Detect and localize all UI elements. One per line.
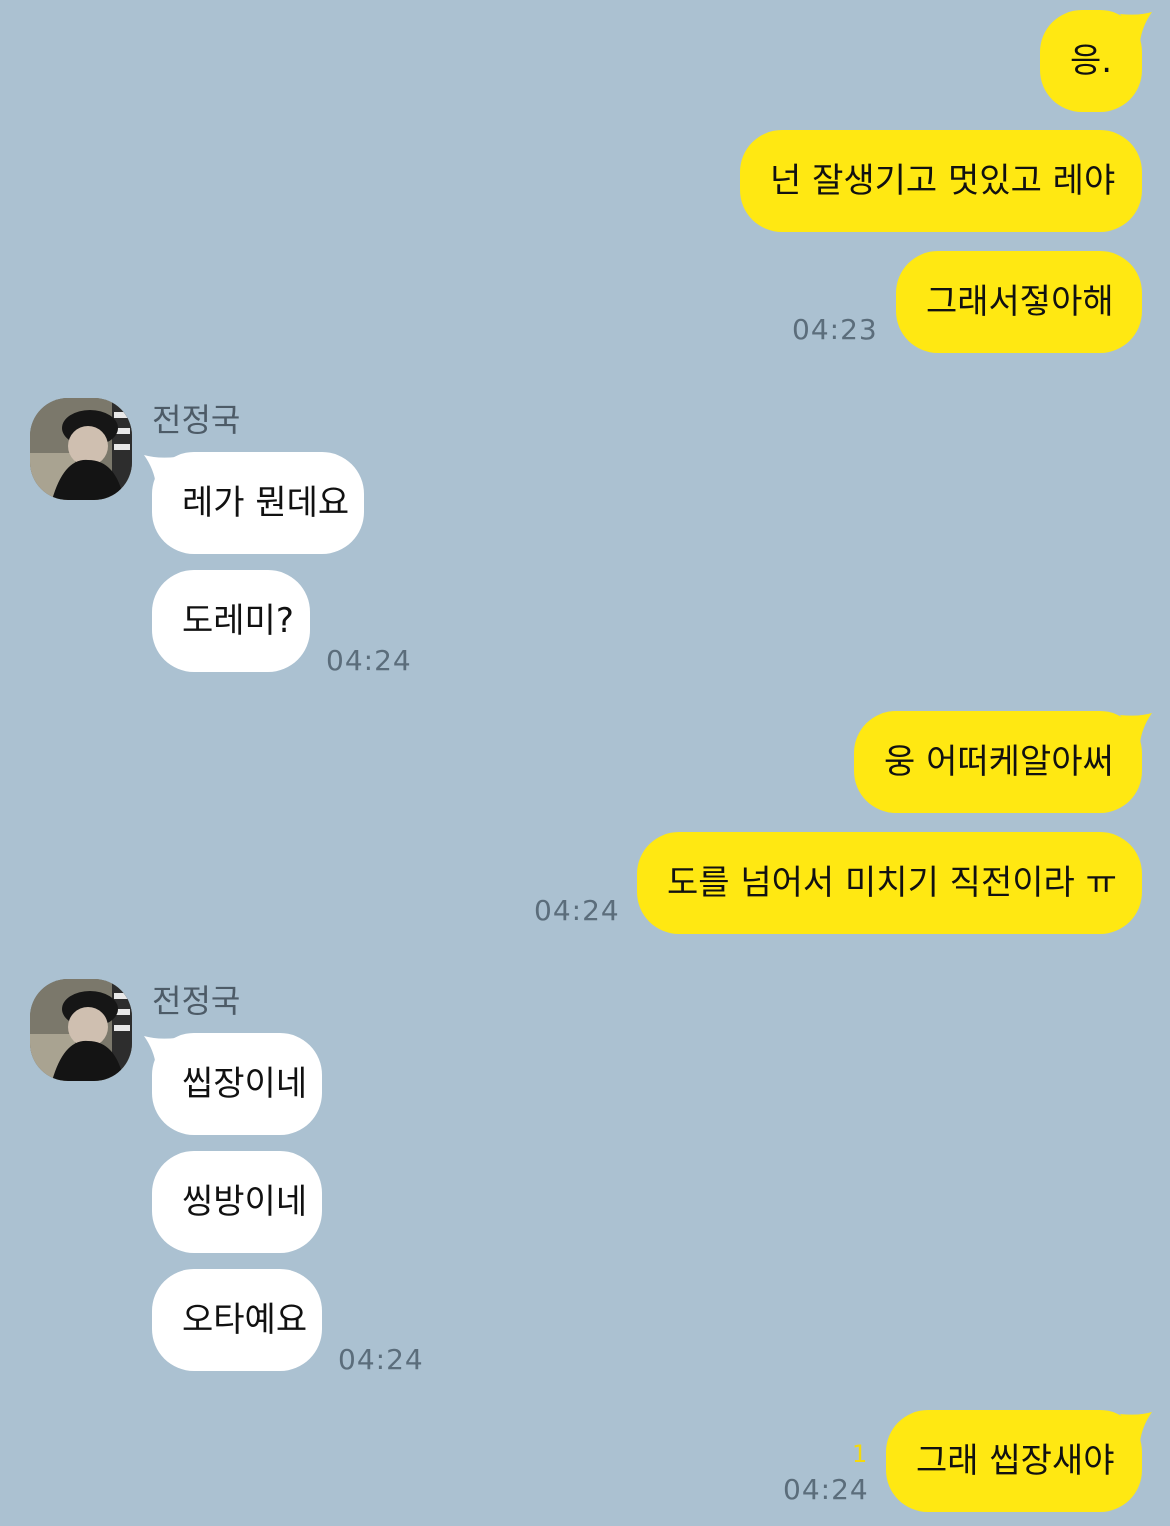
message-text: 웅 어떠케알아써 <box>884 742 1114 782</box>
message-text: 오타예요 <box>182 1300 308 1340</box>
message-text: 넌 잘생기고 멋있고 레야 <box>770 161 1116 201</box>
message-text: 그래 씹장새야 <box>916 1441 1115 1481</box>
message-timestamp: 04:24 <box>326 644 412 677</box>
message-text: 씹장이네 <box>182 1064 308 1104</box>
message-bubble-outgoing[interactable]: 도를 넘어서 미치기 직전이라 ㅠ <box>637 832 1142 934</box>
unread-count: 1 <box>852 1440 868 1468</box>
message-timestamp: 04:23 <box>792 313 878 346</box>
message-text: 도레미? <box>182 601 294 641</box>
message-bubble-outgoing[interactable]: 그래서젛아해 <box>896 251 1142 353</box>
message-bubble-incoming[interactable]: 도레미? <box>152 570 310 672</box>
sender-name: 전정국 <box>152 401 241 439</box>
message-bubble-incoming[interactable]: 씽방이네 <box>152 1151 322 1253</box>
message-timestamp: 04:24 <box>338 1343 424 1376</box>
message-bubble-incoming[interactable]: 레가 뭔데요 <box>152 452 364 554</box>
message-timestamp: 04:24 <box>534 894 620 927</box>
sender-name: 전정국 <box>152 982 241 1020</box>
message-text: 씽방이네 <box>182 1182 308 1222</box>
message-bubble-outgoing[interactable]: 그래 씹장새야 <box>886 1410 1142 1512</box>
message-bubble-outgoing[interactable]: 넌 잘생기고 멋있고 레야 <box>740 130 1142 232</box>
message-text: 도를 넘어서 미치기 직전이라 ㅠ <box>667 863 1117 903</box>
message-bubble-outgoing[interactable]: 응. <box>1040 10 1142 112</box>
avatar-icon[interactable] <box>30 398 132 500</box>
chat-area[interactable]: 응. 넌 잘생기고 멋있고 레야 그래서젛아해 04:23 전정국 레가 뭔데요… <box>0 0 1170 1526</box>
message-timestamp: 04:24 <box>783 1473 869 1506</box>
message-text: 응. <box>1069 41 1113 81</box>
avatar-icon[interactable] <box>30 979 132 1081</box>
message-bubble-incoming[interactable]: 오타예요 <box>152 1269 322 1371</box>
message-bubble-outgoing[interactable]: 웅 어떠케알아써 <box>854 711 1142 813</box>
message-text: 그래서젛아해 <box>926 282 1114 322</box>
message-text: 레가 뭔데요 <box>182 483 350 523</box>
message-bubble-incoming[interactable]: 씹장이네 <box>152 1033 322 1135</box>
